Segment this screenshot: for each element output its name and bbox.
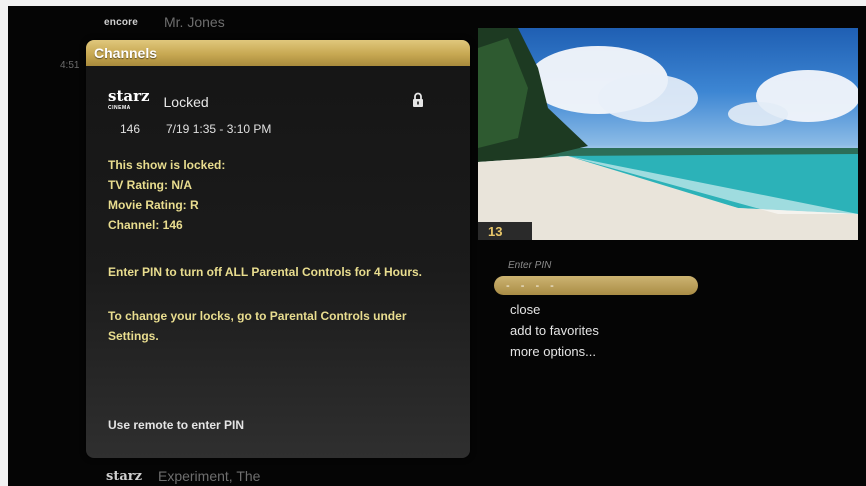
channel-badge: 13 bbox=[478, 222, 532, 240]
settings-instructions: To change your locks, go to Parental Con… bbox=[108, 309, 407, 343]
add-to-favorites-option[interactable]: add to favorites bbox=[510, 323, 599, 338]
previous-listing-title: Mr. Jones bbox=[164, 14, 225, 30]
starz-logo-small: starz bbox=[106, 468, 142, 484]
locked-status: Locked bbox=[163, 94, 209, 110]
pin-label: Enter PIN bbox=[508, 260, 552, 271]
starz-logo: starz CINEMA bbox=[108, 89, 150, 114]
panel-title: Channels bbox=[94, 45, 158, 61]
panel-header: Channels bbox=[86, 40, 470, 66]
channel-line: Channel: 146 bbox=[108, 218, 183, 232]
pin-instructions: Enter PIN to turn off ALL Parental Contr… bbox=[108, 265, 423, 279]
remote-hint: Use remote to enter PIN bbox=[108, 418, 245, 432]
video-preview: 13 bbox=[478, 28, 858, 240]
pin-input[interactable]: - - - - bbox=[494, 276, 698, 295]
encore-logo: encore bbox=[104, 16, 138, 28]
locked-info-line: This show is locked: bbox=[108, 158, 226, 172]
channel-number: 146 bbox=[120, 122, 141, 136]
tv-guide-screen: encore Mr. Jones 4:51 Channels starz CIN… bbox=[8, 6, 866, 486]
padlock-icon bbox=[413, 92, 423, 107]
next-listing-title: Experiment, The bbox=[157, 468, 261, 484]
air-time: 7/19 1:35 - 3:10 PM bbox=[166, 122, 272, 136]
channel-info-row: starz CINEMA Locked bbox=[108, 89, 209, 114]
more-options-option[interactable]: more options... bbox=[510, 344, 596, 359]
previous-listing-row[interactable]: encore Mr. Jones bbox=[104, 12, 225, 32]
beach-scene-image bbox=[478, 28, 858, 240]
next-listing-row[interactable]: starz Experiment, The bbox=[106, 468, 260, 484]
channels-panel: Channels starz CINEMA Locked 146 7/19 1:… bbox=[86, 40, 470, 458]
movie-rating: Movie Rating: R bbox=[108, 198, 199, 212]
side-time: 4:51 bbox=[60, 60, 80, 71]
close-option[interactable]: close bbox=[510, 302, 540, 317]
tv-rating: TV Rating: N/A bbox=[108, 178, 192, 192]
